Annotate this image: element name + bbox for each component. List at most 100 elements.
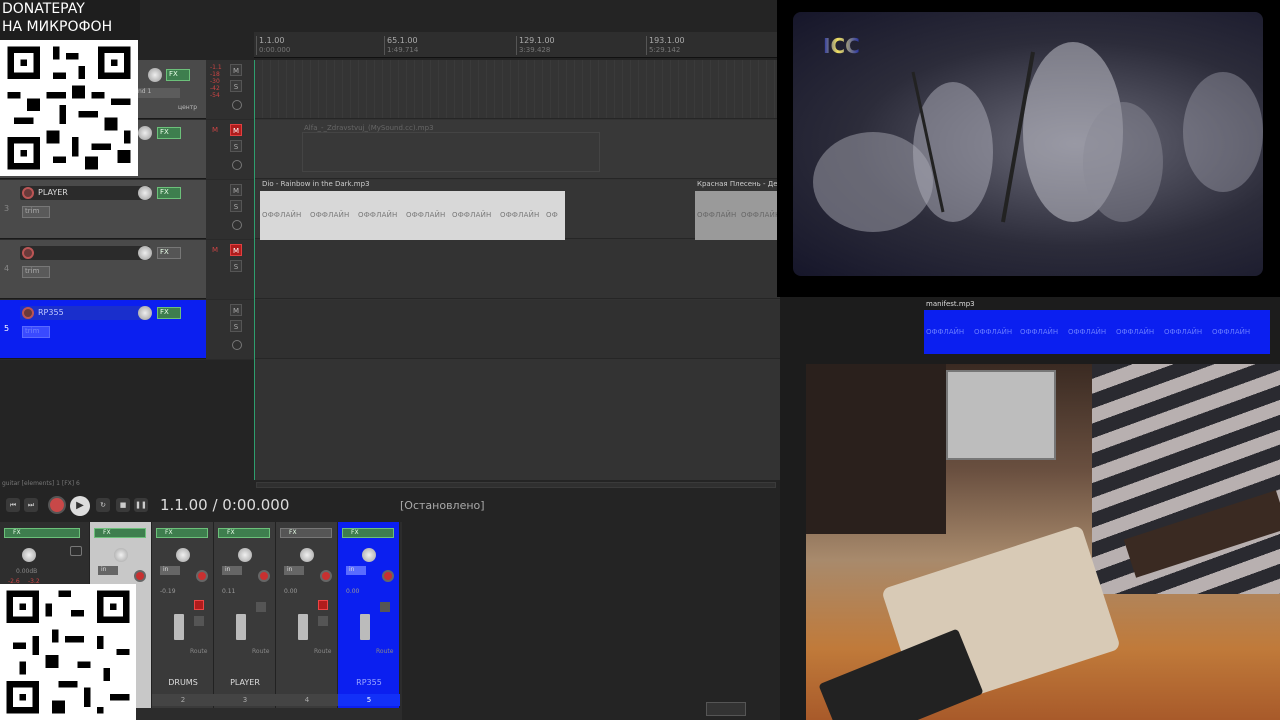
mixer-strip-4[interactable]: FX in 0.00 Route 4 [276, 522, 338, 708]
solo-button[interactable] [318, 616, 328, 626]
pan-knob[interactable] [362, 548, 376, 562]
input-button[interactable]: in [222, 566, 242, 575]
volume-fader[interactable] [236, 614, 246, 640]
play-button[interactable]: ▶ [70, 496, 90, 516]
lane-1[interactable] [254, 60, 780, 119]
fx-button[interactable]: FX [157, 307, 181, 319]
manifest-item-body[interactable]: ОФФЛАЙН ОФФЛАЙН ОФФЛАЙН ОФФЛАЙН ОФФЛАЙН … [924, 310, 1270, 354]
volume-knob[interactable] [138, 186, 152, 200]
solo-button[interactable]: S [230, 200, 242, 212]
envelope-icon[interactable] [232, 220, 242, 230]
solo-button[interactable]: S [230, 260, 242, 272]
record-arm-button[interactable] [22, 307, 34, 319]
lane-4[interactable] [254, 240, 780, 299]
route-button[interactable]: Route [252, 648, 269, 655]
track-4[interactable]: 4 FX trim M S M [0, 240, 254, 299]
manifest-item[interactable]: manifest.mp3 ОФФЛАЙН ОФФЛАЙН ОФФЛАЙН ОФФ… [924, 298, 1270, 356]
record-arm-button[interactable] [196, 570, 208, 582]
volume-knob[interactable] [138, 306, 152, 320]
volume-fader[interactable] [298, 614, 308, 640]
record-button[interactable] [48, 496, 66, 514]
trim-button[interactable]: trim [22, 266, 50, 278]
input-button[interactable]: in [284, 566, 304, 575]
horizontal-scrollbar[interactable] [256, 482, 776, 488]
fx-button[interactable]: FX [166, 69, 190, 81]
lane-2[interactable]: Alfa_-_Zdravstvuj_(MySound.cc).mp3 [254, 120, 780, 179]
fx-button[interactable]: FX [218, 528, 270, 538]
pan-knob[interactable] [300, 548, 314, 562]
volume-fader[interactable] [174, 614, 184, 640]
solo-button[interactable] [194, 616, 204, 626]
record-arm-button[interactable] [22, 187, 34, 199]
solo-button[interactable]: S [230, 140, 242, 152]
audio-item-dio[interactable]: Dio - Rainbow in the Dark.mp3 ОФФЛАЙН ОФ… [260, 180, 565, 241]
arrange-view[interactable]: Alfa_-_Zdravstvuj_(MySound.cc).mp3 Dio -… [254, 60, 786, 480]
trim-button[interactable]: trim [22, 206, 50, 218]
mixer-strip-player[interactable]: FX in 0.11 Route PLAYER 3 [214, 522, 276, 708]
mute-button[interactable] [318, 600, 328, 610]
track-name-field[interactable] [20, 246, 150, 260]
route-button[interactable]: Route [314, 648, 331, 655]
fx-button[interactable]: FX [4, 528, 80, 538]
pan-knob[interactable] [22, 548, 36, 562]
pan-knob[interactable] [114, 548, 128, 562]
fx-button[interactable]: FX [280, 528, 332, 538]
send-selector[interactable]: nd 1 [136, 88, 180, 98]
envelope-icon[interactable] [232, 160, 242, 170]
faded-item[interactable] [302, 132, 600, 172]
mixer-strip-drums[interactable]: FX in -0.19 Route DRUMS 2 [152, 522, 214, 708]
volume-fader[interactable] [360, 614, 370, 640]
fx-button[interactable]: FX [342, 528, 394, 538]
mute-button[interactable]: M [230, 64, 242, 76]
mute-button[interactable]: M [230, 244, 242, 256]
fx-button[interactable]: FX [94, 528, 146, 538]
go-start-button[interactable]: ⏮ [6, 498, 20, 512]
timeline-ruler[interactable]: 1.1.00 0:00.000 65.1.00 1:49.714 129.1.00 3… [254, 32, 780, 58]
input-button[interactable]: in [160, 566, 180, 575]
track-5-selected[interactable]: 5 RP355 FX trim M S [0, 300, 254, 359]
envelope-icon[interactable] [232, 340, 242, 350]
record-arm-button[interactable] [22, 247, 34, 259]
stop-button[interactable]: ■ [116, 498, 130, 512]
route-button[interactable]: Route [376, 648, 393, 655]
video-player: ICC [777, 0, 1280, 297]
pan-knob[interactable] [238, 548, 252, 562]
lane-3[interactable]: Dio - Rainbow in the Dark.mp3 ОФФЛАЙН ОФ… [254, 180, 786, 241]
mute-button[interactable]: M [230, 304, 242, 316]
envelope-icon[interactable] [232, 100, 242, 110]
pause-button[interactable]: ❚❚ [134, 498, 148, 512]
lane-5[interactable] [254, 300, 780, 359]
mute-button[interactable]: M [230, 184, 242, 196]
volume-knob[interactable] [138, 246, 152, 260]
record-arm-button[interactable] [134, 570, 146, 582]
audio-item-plesen[interactable]: Красная Плесень - Девк ОФФЛАЙН ОФФЛАЙН [695, 180, 786, 241]
fx-button[interactable]: FX [157, 247, 181, 259]
mixer-strip-rp355[interactable]: FX in 0.00 Route RP355 5 [338, 522, 400, 708]
track-3[interactable]: 3 PLAYER FX trim M S [0, 180, 254, 239]
taskbar-widget[interactable] [706, 702, 746, 716]
record-arm-button[interactable] [258, 570, 270, 582]
mute-button[interactable] [194, 600, 204, 610]
mute-button[interactable]: M [230, 124, 242, 136]
trim-button[interactable]: trim [22, 326, 50, 338]
input-button[interactable]: in [346, 566, 366, 575]
repeat-button[interactable]: ↻ [96, 498, 110, 512]
volume-knob[interactable] [138, 126, 152, 140]
go-end-button[interactable]: ⏭ [24, 498, 38, 512]
pan-knob[interactable] [176, 548, 190, 562]
solo-button[interactable]: S [230, 320, 242, 332]
input-button[interactable]: in [98, 566, 118, 575]
solo-button[interactable] [256, 602, 266, 612]
channel-logo: ICC [823, 34, 860, 58]
fx-button[interactable]: FX [157, 127, 181, 139]
volume-knob[interactable] [148, 68, 162, 82]
offline-label: ОФФЛАЙН [1068, 328, 1107, 336]
route-button[interactable]: Route [190, 648, 207, 655]
solo-button[interactable]: S [230, 80, 242, 92]
record-arm-button[interactable] [320, 570, 332, 582]
fx-button[interactable]: FX [157, 187, 181, 199]
solo-button[interactable] [380, 602, 390, 612]
record-arm-button[interactable] [382, 570, 394, 582]
fx-button[interactable]: FX [156, 528, 208, 538]
settings-icon[interactable] [70, 546, 82, 556]
